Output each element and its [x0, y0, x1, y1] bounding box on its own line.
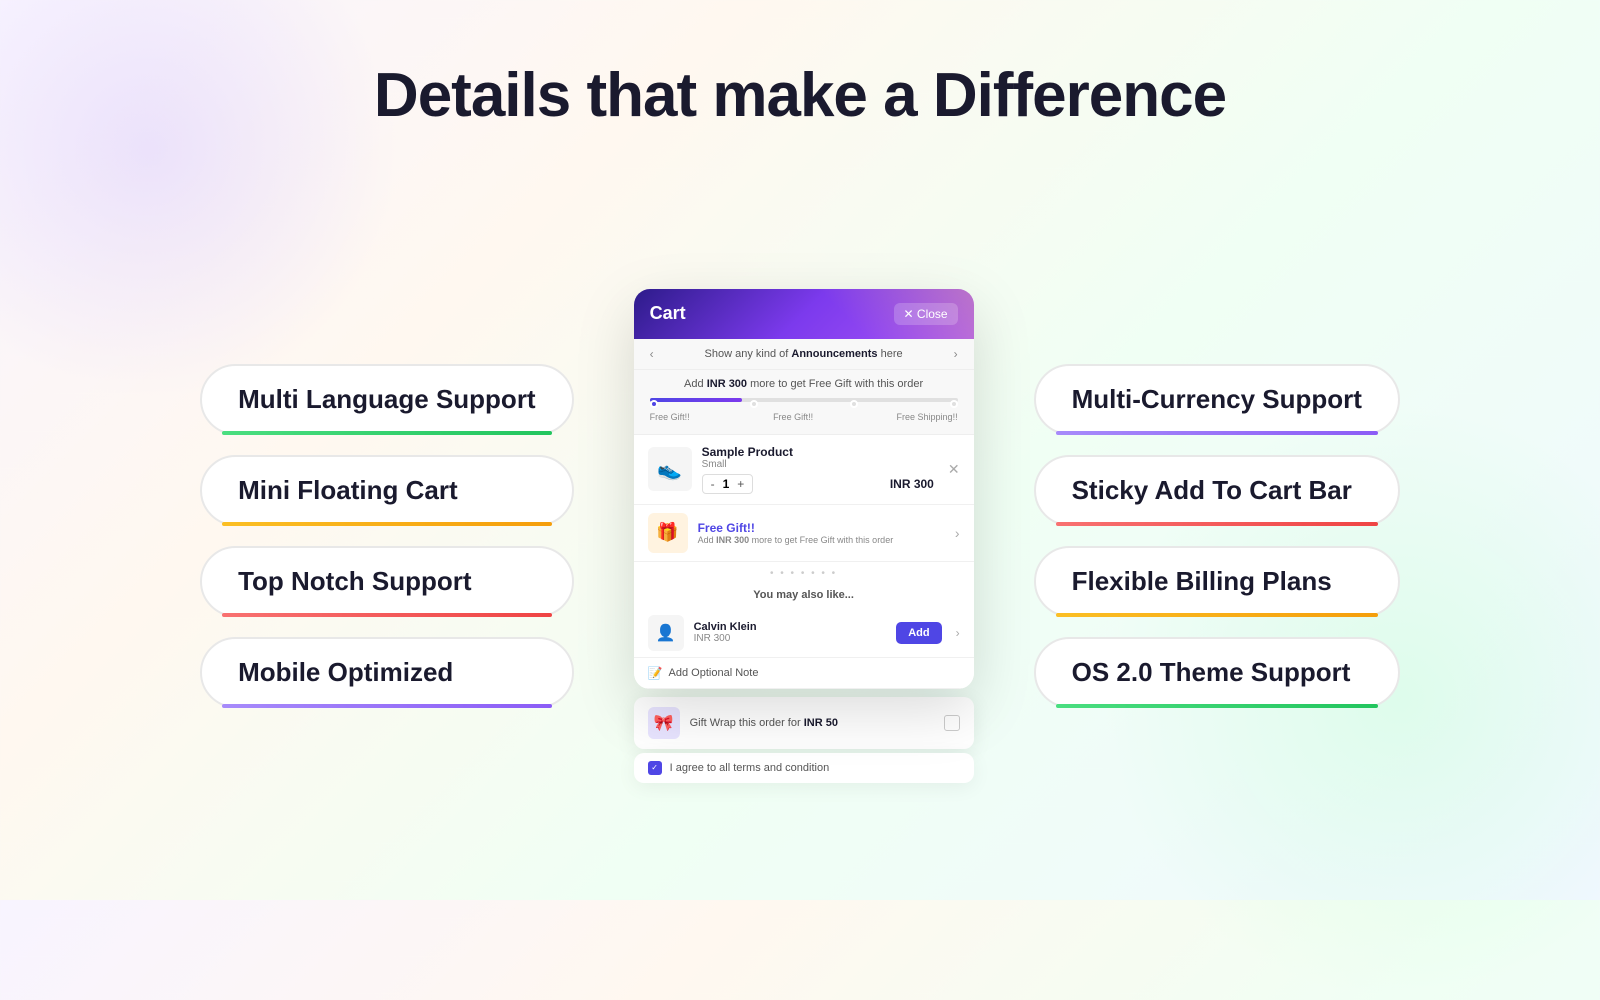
- feature-label-multi-language: Multi Language Support: [238, 384, 536, 415]
- cart-progress-text: Add INR 300 more to get Free Gift with t…: [650, 378, 958, 390]
- item-details: Sample Product Small - 1 + INR 300: [702, 445, 934, 494]
- terms-label: I agree to all terms and condition: [670, 762, 830, 774]
- progress-label-3: Free Shipping!!: [897, 412, 958, 422]
- note-icon: 📝: [648, 666, 663, 680]
- gift-desc: Add INR 300 more to get Free Gift with t…: [698, 535, 945, 545]
- add-note-label: Add Optional Note: [669, 667, 759, 679]
- rec-item-name: Calvin Klein: [694, 621, 887, 633]
- gift-wrap-icon: 🎀: [648, 707, 680, 739]
- gift-wrap-checkbox[interactable]: [944, 715, 960, 731]
- qty-increase-button[interactable]: +: [735, 477, 746, 491]
- progress-dot-2: [750, 400, 758, 408]
- terms-bar: ✓ I agree to all terms and condition: [634, 753, 974, 783]
- feature-pill-sticky-cart[interactable]: Sticky Add To Cart Bar: [1034, 455, 1400, 526]
- progress-dot-4: [950, 400, 958, 408]
- gift-wrap-bar: 🎀 Gift Wrap this order for INR 50: [634, 697, 974, 749]
- cart-item: 👟 Sample Product Small - 1 + INR 300: [634, 435, 974, 505]
- content-area: Multi Language Support Mini Floating Car…: [0, 171, 1600, 900]
- feature-label-top-notch: Top Notch Support: [238, 566, 471, 597]
- page-wrapper: Details that make a Difference Multi Lan…: [0, 0, 1600, 900]
- gift-title: Free Gift!!: [698, 521, 945, 535]
- feature-pill-mobile-optimized[interactable]: Mobile Optimized: [200, 637, 574, 708]
- terms-checkbox[interactable]: ✓: [648, 761, 662, 775]
- progress-label-1: Free Gift!!: [650, 412, 690, 422]
- page-title: Details that make a Difference: [374, 60, 1226, 131]
- item-qty-price: - 1 + INR 300: [702, 474, 934, 494]
- feature-label-mini-cart: Mini Floating Cart: [238, 475, 458, 506]
- recommendation-label: You may also like...: [634, 585, 974, 609]
- feature-label-sticky-cart: Sticky Add To Cart Bar: [1072, 475, 1352, 506]
- cart-body: 👟 Sample Product Small - 1 + INR 300: [634, 435, 974, 689]
- progress-dot-3: [850, 400, 858, 408]
- feature-pill-mini-cart[interactable]: Mini Floating Cart: [200, 455, 574, 526]
- cart-modal: Cart ✕ Close ‹ Show any kind of Announce…: [634, 289, 974, 689]
- feature-pill-top-notch[interactable]: Top Notch Support: [200, 546, 574, 617]
- rec-item-price: INR 300: [694, 633, 887, 644]
- item-image: 👟: [648, 447, 692, 491]
- item-name: Sample Product: [702, 445, 934, 459]
- item-variant: Small: [702, 459, 934, 470]
- feature-label-billing-plans: Flexible Billing Plans: [1072, 566, 1332, 597]
- feature-label-multi-currency: Multi-Currency Support: [1072, 384, 1362, 415]
- right-features: Multi-Currency Support Sticky Add To Car…: [1034, 364, 1400, 708]
- rec-item-image: 👤: [648, 615, 684, 651]
- rec-item-details: Calvin Klein INR 300: [694, 621, 887, 644]
- announcement-text: Show any kind of Announcements here: [705, 348, 903, 360]
- gift-image: 🎁: [648, 513, 688, 553]
- feature-pill-billing-plans[interactable]: Flexible Billing Plans: [1034, 546, 1400, 617]
- item-price: INR 300: [890, 477, 934, 491]
- cart-progress-section: Add INR 300 more to get Free Gift with t…: [634, 370, 974, 435]
- cart-header: Cart ✕ Close: [634, 289, 974, 339]
- cart-title: Cart: [650, 303, 686, 324]
- progress-bar-container: [650, 398, 958, 408]
- feature-pill-multi-language[interactable]: Multi Language Support: [200, 364, 574, 435]
- add-note-section[interactable]: 📝 Add Optional Note: [634, 658, 974, 689]
- cart-mockup-wrapper: Cart ✕ Close ‹ Show any kind of Announce…: [634, 289, 974, 783]
- gift-expand-icon[interactable]: ›: [955, 525, 960, 541]
- free-gift-section: 🎁 Free Gift!! Add INR 300 more to get Fr…: [634, 505, 974, 562]
- feature-label-os-theme: OS 2.0 Theme Support: [1072, 657, 1351, 688]
- announcement-next-icon[interactable]: ›: [954, 347, 958, 361]
- left-features: Multi Language Support Mini Floating Car…: [200, 364, 574, 708]
- cart-announcement: ‹ Show any kind of Announcements here ›: [634, 339, 974, 370]
- gift-wrap-text: Gift Wrap this order for INR 50: [690, 717, 934, 729]
- close-button[interactable]: ✕ Close: [894, 303, 958, 325]
- progress-dots: [650, 400, 958, 408]
- progress-labels: Free Gift!! Free Gift!! Free Shipping!!: [650, 412, 958, 422]
- qty-controls: - 1 +: [702, 474, 754, 494]
- progress-label-2: Free Gift!!: [773, 412, 813, 422]
- rec-add-button[interactable]: Add: [896, 622, 941, 644]
- feature-label-mobile-optimized: Mobile Optimized: [238, 657, 453, 688]
- rec-expand-icon[interactable]: ›: [956, 626, 960, 640]
- item-remove-button[interactable]: ✕: [948, 461, 960, 478]
- progress-dot-1: [650, 400, 658, 408]
- qty-decrease-button[interactable]: -: [709, 477, 717, 491]
- cart-dots: • • • • • • •: [634, 562, 974, 585]
- qty-value: 1: [723, 477, 730, 491]
- announcement-prev-icon[interactable]: ‹: [650, 347, 654, 361]
- recommended-item: 👤 Calvin Klein INR 300 Add ›: [634, 609, 974, 658]
- gift-details: Free Gift!! Add INR 300 more to get Free…: [698, 521, 945, 545]
- feature-pill-os-theme[interactable]: OS 2.0 Theme Support: [1034, 637, 1400, 708]
- feature-pill-multi-currency[interactable]: Multi-Currency Support: [1034, 364, 1400, 435]
